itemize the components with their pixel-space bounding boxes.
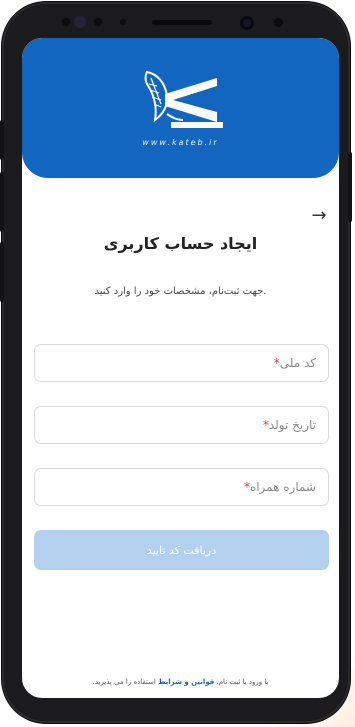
page-subtitle: جهت ثبت‌نام، مشخصات خود را وارد کنید.: [94, 286, 267, 297]
sensor-icon: [120, 19, 126, 25]
app-screen: www.kateb.ir → ایجاد حساب کاربری جهت ثبت…: [22, 38, 339, 698]
terms-link[interactable]: قوانین و شرایط: [158, 678, 214, 686]
mobile-number-input[interactable]: شماره همراه*: [34, 468, 329, 506]
earpiece-speaker: [152, 20, 212, 25]
kateb-logo-icon: [144, 70, 223, 128]
brand-header: www.kateb.ir: [22, 38, 339, 178]
terms-prefix: با ورود یا ثبت نام،: [216, 678, 269, 686]
national-code-placeholder: کد ملی*: [273, 356, 316, 370]
terms-notice: با ورود یا ثبت نام، قوانین و شرایط استفا…: [22, 678, 339, 686]
power-button: [348, 152, 352, 222]
brand-url: www.kateb.ir: [142, 138, 219, 147]
side-button: [0, 120, 4, 160]
sensor-icon: [94, 18, 102, 26]
phone-frame: www.kateb.ir → ایجاد حساب کاربری جهت ثبت…: [0, 2, 352, 723]
birth-date-input[interactable]: تاریخ تولد*: [34, 406, 329, 444]
back-arrow-icon[interactable]: →: [309, 206, 329, 226]
national-code-input[interactable]: کد ملی*: [34, 344, 329, 382]
volume-down-button: [0, 242, 4, 302]
sensor-icon: [62, 18, 70, 26]
camera-lens-icon: [240, 16, 254, 30]
sensor-icon: [274, 18, 283, 27]
birth-date-placeholder: تاریخ تولد*: [262, 418, 316, 432]
front-camera-icon: [74, 16, 86, 28]
mobile-number-placeholder: شماره همراه*: [243, 480, 316, 494]
volume-up-button: [0, 172, 4, 232]
get-verification-code-button[interactable]: دریافت کد تایید: [34, 530, 329, 570]
phone-top-bar: [2, 10, 350, 36]
page-title: ایجاد حساب کاربری: [103, 234, 258, 253]
terms-suffix: استفاده را می پذیرید.: [92, 678, 156, 686]
